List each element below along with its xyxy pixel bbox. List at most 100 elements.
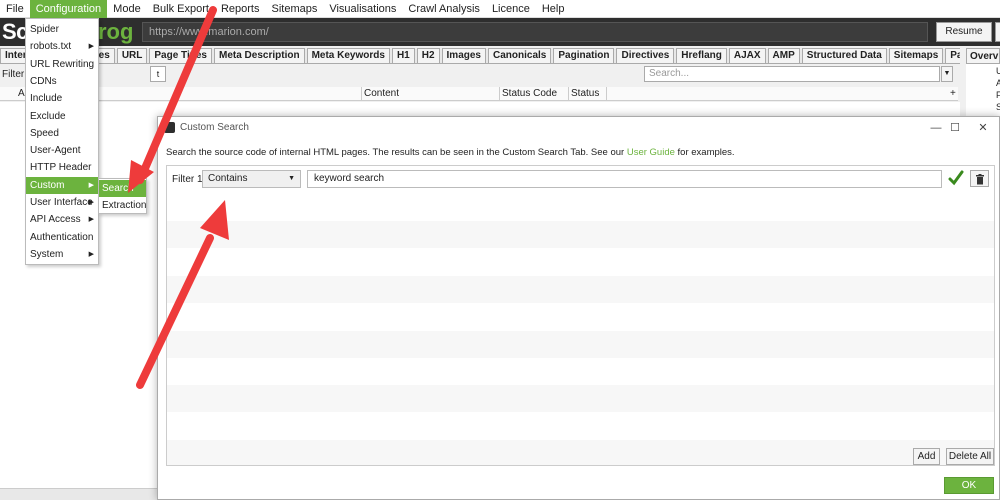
config-item-label: HTTP Header — [30, 162, 92, 174]
filter-row-placeholder — [167, 358, 994, 385]
menu-licence[interactable]: Licence — [486, 0, 536, 18]
main-tabs: Internalonse CodesURLPage TitlesMeta Des… — [0, 48, 960, 64]
menu-visualisations[interactable]: Visualisations — [323, 0, 402, 18]
menu-file[interactable]: File — [0, 0, 30, 18]
config-item-speed[interactable]: Speed — [26, 125, 98, 142]
dialog-description: Search the source code of internal HTML … — [166, 147, 735, 158]
trash-icon — [976, 174, 984, 185]
dialog-titlebar: Custom Search — ☐ ✕ — [158, 117, 999, 139]
column-status[interactable]: Status — [571, 88, 599, 99]
filter-row-placeholder — [167, 249, 994, 276]
menu-help[interactable]: Help — [536, 0, 571, 18]
filter-row-placeholder — [167, 439, 994, 465]
menu-crawl-analysis[interactable]: Crawl Analysis — [402, 0, 486, 18]
overview-item[interactable]: F — [996, 90, 1000, 100]
config-item-system[interactable]: System ▶ — [26, 246, 98, 263]
minimize-icon[interactable]: — — [926, 120, 946, 136]
filter-row-placeholder — [167, 385, 994, 413]
tab-meta-keywords[interactable]: Meta Keywords — [306, 48, 390, 63]
column-header: Ad Content Status Code Status + — [0, 87, 958, 101]
config-item-api-access[interactable]: API Access ▶ — [26, 211, 98, 228]
keyword-input[interactable]: keyword search — [307, 170, 942, 188]
url-input[interactable]: https://www.marion.com/ — [142, 22, 928, 42]
chevron-right-icon: ▶ — [88, 216, 94, 224]
search-input[interactable]: Search... — [644, 66, 940, 82]
tab-amp[interactable]: AMP — [767, 48, 800, 63]
config-item-url-rewriting[interactable]: URL Rewriting — [26, 56, 98, 73]
config-item-user-interface[interactable]: User Interface ▶ — [26, 194, 98, 211]
config-item-exclude[interactable]: Exclude — [26, 108, 98, 125]
delete-filter-button[interactable] — [970, 170, 989, 187]
tab-h2[interactable]: H2 — [416, 48, 440, 63]
delete-all-button[interactable]: Delete All — [946, 448, 994, 465]
filter-row-placeholder — [167, 221, 994, 249]
column-status-code[interactable]: Status Code — [502, 88, 557, 99]
tab-overview[interactable]: Overview — [966, 48, 1000, 64]
config-item-label: Speed — [30, 127, 59, 139]
config-item-label: User Interface — [30, 197, 93, 208]
add-column-button[interactable]: + — [950, 88, 956, 99]
user-guide-link[interactable]: User Guide — [627, 147, 675, 158]
config-item-http-header[interactable]: HTTP Header — [26, 159, 98, 176]
resume-button[interactable]: Resume — [936, 22, 992, 42]
tab-pagespeed[interactable]: PageSpeed — [945, 48, 960, 63]
config-item-custom[interactable]: Custom ▶ — [26, 176, 98, 194]
tab-url[interactable]: URL — [116, 48, 148, 63]
tab-pagination[interactable]: Pagination — [553, 48, 615, 63]
check-icon — [948, 170, 964, 186]
config-item-label: Custom — [30, 179, 65, 191]
description-text: Search the source code of internal HTML … — [166, 147, 627, 158]
config-item-label: Authentication — [30, 231, 94, 243]
match-mode-value: Contains — [208, 173, 248, 184]
chevron-right-icon: ▶ — [88, 199, 94, 206]
menu-mode[interactable]: Mode — [107, 0, 147, 18]
tab-hreflang[interactable]: Hreflang — [676, 48, 727, 63]
tab-meta-description[interactable]: Meta Description — [214, 48, 305, 63]
tab-h1[interactable]: H1 — [391, 48, 415, 63]
tab-page-titles[interactable]: Page Titles — [149, 48, 212, 63]
overview-item[interactable]: U — [996, 66, 1000, 76]
app-icon — [164, 122, 175, 133]
tab-directives[interactable]: Directives — [616, 48, 675, 63]
config-item-label: API Access — [30, 214, 81, 226]
config-item-label: CDNs — [30, 75, 57, 87]
close-icon[interactable]: ✕ — [973, 120, 993, 136]
config-item-cdns[interactable]: CDNs — [26, 73, 98, 90]
maximize-icon[interactable]: ☐ — [945, 120, 965, 136]
filter-row-placeholder — [167, 412, 994, 439]
config-item-robots-txt[interactable]: robots.txt ▶ — [26, 38, 98, 55]
tab-structured-data[interactable]: Structured Data — [801, 48, 887, 63]
menu-configuration[interactable]: Configuration — [29, 0, 108, 18]
horizontal-scrollbar[interactable] — [0, 488, 160, 500]
configuration-menu: Spider robots.txt ▶ URL Rewriting CDNs Includ… — [25, 18, 99, 265]
overview-item[interactable]: A — [996, 78, 1000, 88]
export-button[interactable]: t — [150, 66, 166, 82]
brand-logo-tail: rog — [98, 19, 134, 44]
config-item-label: Include — [30, 93, 63, 105]
custom-submenu-search[interactable]: Search — [99, 180, 146, 197]
add-button[interactable]: Add — [913, 448, 940, 465]
column-content[interactable]: Content — [364, 88, 399, 99]
brand-bar: Scr rog https://www.marion.com/ Resume — [0, 18, 1000, 46]
description-suffix: for examples. — [674, 147, 735, 158]
custom-search-dialog: Custom Search — ☐ ✕ Search the source co… — [157, 116, 1000, 500]
custom-submenu-extraction[interactable]: Extraction — [99, 197, 146, 214]
menu-reports[interactable]: Reports — [215, 0, 266, 18]
tab-canonicals[interactable]: Canonicals — [488, 48, 552, 63]
tab-images[interactable]: Images — [441, 48, 486, 63]
config-item-user-agent[interactable]: User-Agent — [26, 142, 98, 159]
ok-button[interactable]: OK — [944, 477, 994, 494]
chevron-right-icon: ▶ — [88, 250, 94, 258]
config-item-authentication[interactable]: Authentication — [26, 229, 98, 246]
overview-item[interactable]: S — [996, 102, 1000, 112]
search-dropdown-button[interactable]: ▼ — [941, 66, 953, 82]
config-item-label: Exclude — [30, 110, 66, 122]
menu-bulk-export[interactable]: Bulk Export — [147, 0, 215, 18]
match-mode-select[interactable]: Contains ▼ — [202, 170, 301, 188]
clear-button[interactable] — [995, 22, 1000, 42]
config-item-spider[interactable]: Spider — [26, 21, 98, 38]
config-item-include[interactable]: Include — [26, 90, 98, 107]
menu-sitemaps[interactable]: Sitemaps — [265, 0, 323, 18]
tab-ajax[interactable]: AJAX — [728, 48, 766, 63]
tab-sitemaps[interactable]: Sitemaps — [888, 48, 944, 63]
